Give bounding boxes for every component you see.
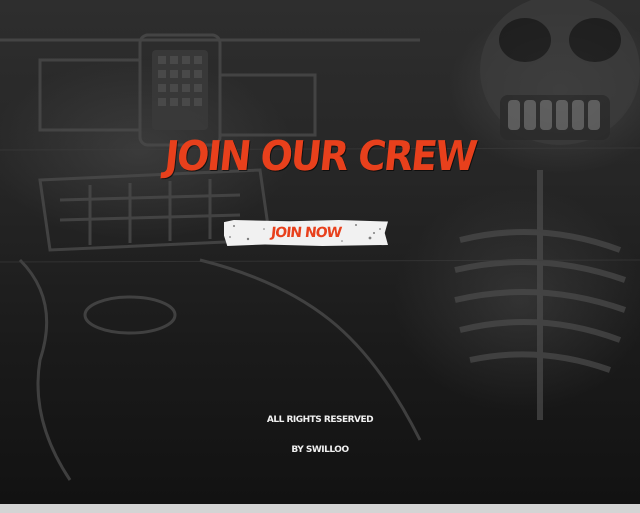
rights-reserved-text: ALL RIGHTS RESERVED	[266, 415, 374, 425]
author-credit-text: BY SWILLOO	[291, 445, 349, 455]
join-now-button[interactable]: JOIN NOW	[224, 220, 388, 246]
scrollbar-thumb[interactable]	[0, 504, 640, 513]
landing-page: JOIN OUR CREW JOIN NOW ALL RIGHTS RESERV…	[0, 0, 640, 513]
graffiti-mural-art	[0, 0, 640, 481]
horizontal-scrollbar[interactable]	[0, 504, 640, 513]
join-crew-heading: JOIN OUR CREW	[162, 132, 478, 180]
graffiti-background-image	[0, 0, 640, 504]
join-now-label: JOIN NOW	[270, 225, 342, 241]
hero-section: JOIN OUR CREW	[0, 132, 640, 180]
